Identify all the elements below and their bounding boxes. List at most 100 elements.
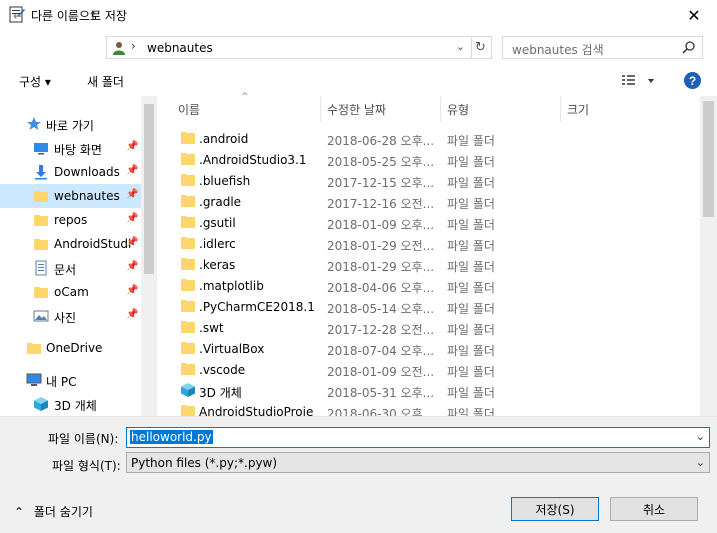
file-date: 2018-05-25 오후... bbox=[327, 155, 435, 169]
file-date: 2018-05-14 오후... bbox=[327, 302, 435, 316]
organize-menu[interactable]: 구성 ▾ bbox=[19, 73, 51, 90]
sidebar-item-label: 바탕 화면 bbox=[54, 143, 102, 157]
filename-label: 파일 이름(N): bbox=[48, 432, 119, 446]
filename-value[interactable]: helloworld.py bbox=[130, 430, 213, 444]
recent-locations-button[interactable]: ⌄ bbox=[64, 6, 78, 26]
filetype-select[interactable]: Python files (*.py;*.pyw) ⌄ bbox=[126, 452, 710, 473]
filename-field[interactable]: helloworld.py ⌄ bbox=[126, 427, 710, 448]
chevron-down-icon: ⌄ bbox=[66, 10, 76, 22]
pin-icon: 📌 bbox=[126, 141, 139, 152]
sidebar-item-documents[interactable]: 문서 📌 bbox=[0, 256, 141, 280]
view-options-icon[interactable] bbox=[620, 72, 660, 90]
sort-ascending-icon: ^ bbox=[241, 92, 249, 102]
folder-icon bbox=[34, 191, 48, 202]
table-row[interactable]: .matplotlib 2018-04-06 오후... 파일 폴더 bbox=[170, 275, 700, 296]
cancel-button[interactable]: 취소 bbox=[610, 497, 698, 521]
refresh-button[interactable]: ↻ bbox=[470, 36, 492, 59]
file-date: 2018-01-29 오전... bbox=[327, 239, 435, 253]
forward-button[interactable]: → bbox=[38, 6, 56, 26]
file-name: .idlerc bbox=[199, 237, 236, 251]
sidebar-item-ocam[interactable]: oCam 📌 bbox=[0, 280, 141, 304]
table-row[interactable]: .gradle 2017-12-16 오전... 파일 폴더 bbox=[170, 191, 700, 212]
search-icon bbox=[682, 41, 695, 54]
file-date: 2018-06-28 오후... bbox=[327, 134, 435, 148]
file-type: 파일 폴더 bbox=[447, 239, 495, 253]
table-row[interactable]: .bluefish 2017-12-15 오후... 파일 폴더 bbox=[170, 170, 700, 191]
back-button[interactable]: ← bbox=[9, 6, 27, 26]
sidebar-item-webnautes[interactable]: webnautes 📌 bbox=[0, 184, 141, 208]
file-name: .matplotlib bbox=[199, 279, 264, 293]
sidebar-item-onedrive[interactable]: OneDrive bbox=[0, 336, 141, 360]
hide-folders-button[interactable]: ⌃ 폴더 숨기기 bbox=[14, 503, 93, 520]
cube-icon bbox=[181, 383, 195, 397]
cube-icon bbox=[34, 397, 48, 411]
file-type: 파일 폴더 bbox=[447, 176, 495, 190]
search-input[interactable]: webnautes 검색 bbox=[502, 36, 703, 59]
sidebar-item-desktop[interactable]: 바탕 화면 📌 bbox=[0, 136, 141, 160]
folder-icon bbox=[181, 132, 195, 144]
file-name: .keras bbox=[199, 258, 236, 272]
breadcrumb[interactable]: webnautes bbox=[147, 41, 213, 55]
sidebar-item-downloads[interactable]: Downloads 📌 bbox=[0, 160, 141, 184]
file-name: .bluefish bbox=[199, 174, 251, 188]
chevron-up-icon: ⌃ bbox=[14, 505, 25, 519]
column-header-name[interactable]: 이름 bbox=[178, 101, 200, 127]
table-row[interactable]: .keras 2018-01-29 오후... 파일 폴더 bbox=[170, 254, 700, 275]
table-row[interactable]: .idlerc 2018-01-29 오전... 파일 폴더 bbox=[170, 233, 700, 254]
column-header-size[interactable]: 크기 bbox=[567, 101, 589, 127]
column-divider[interactable] bbox=[440, 96, 441, 122]
pin-icon: 📌 bbox=[126, 189, 139, 200]
file-name: 3D 개체 bbox=[199, 386, 242, 400]
table-row[interactable]: .VirtualBox 2018-07-04 오후... 파일 폴더 bbox=[170, 338, 700, 359]
up-button[interactable]: ↑ bbox=[84, 6, 102, 26]
save-button-label: 저장(S) bbox=[535, 502, 575, 517]
sidebar-item-quick-access[interactable]: 바로 가기 bbox=[0, 112, 141, 136]
sidebar-item-label: AndroidStudi bbox=[54, 237, 132, 251]
column-header-modified[interactable]: 수정한 날짜 bbox=[327, 101, 386, 127]
file-name: .swt bbox=[199, 321, 224, 335]
file-name: .PyCharmCE2018.1 bbox=[199, 300, 315, 314]
folder-icon bbox=[27, 343, 41, 354]
sidebar-item-androidstudio[interactable]: AndroidStudi 📌 bbox=[0, 232, 141, 256]
breadcrumb-separator: › bbox=[131, 39, 136, 53]
pin-icon: 📌 bbox=[126, 213, 139, 224]
address-bar[interactable]: › webnautes ⌄ bbox=[106, 36, 472, 59]
sidebar-item-pictures[interactable]: 사진 📌 bbox=[0, 304, 141, 328]
table-row[interactable]: .android 2018-06-28 오후... 파일 폴더 bbox=[170, 128, 700, 149]
file-date: 2017-12-16 오전... bbox=[327, 197, 435, 211]
column-header-type[interactable]: 유형 bbox=[447, 101, 469, 127]
help-icon: ? bbox=[688, 73, 697, 88]
pin-icon: 📌 bbox=[126, 285, 139, 296]
column-divider[interactable] bbox=[320, 96, 321, 122]
address-dropdown-icon[interactable]: ⌄ bbox=[456, 40, 465, 53]
table-row[interactable]: .AndroidStudio3.1 2018-05-25 오후... 파일 폴더 bbox=[170, 149, 700, 170]
save-button[interactable]: 저장(S) bbox=[511, 497, 599, 521]
sidebar-item-3d-objects[interactable]: 3D 개체 bbox=[0, 392, 141, 416]
file-list-scroll-thumb[interactable] bbox=[703, 101, 714, 217]
hide-folders-label: 폴더 숨기기 bbox=[33, 505, 93, 519]
sidebar-scroll-thumb[interactable] bbox=[144, 104, 154, 274]
table-row[interactable]: 3D 개체 2018-05-31 오후... 파일 폴더 bbox=[170, 380, 700, 401]
file-date: 2017-12-28 오전... bbox=[327, 323, 435, 337]
table-row[interactable]: .PyCharmCE2018.1 2018-05-14 오후... 파일 폴더 bbox=[170, 296, 700, 317]
help-button[interactable]: ? bbox=[684, 72, 701, 89]
table-row[interactable]: .swt 2017-12-28 오전... 파일 폴더 bbox=[170, 317, 700, 338]
download-icon bbox=[35, 165, 47, 180]
table-row[interactable]: .vscode 2018-01-09 오전... 파일 폴더 bbox=[170, 359, 700, 380]
desktop-icon bbox=[34, 143, 48, 155]
file-date: 2018-05-31 오후... bbox=[327, 386, 435, 400]
column-divider[interactable] bbox=[560, 96, 561, 122]
file-type: 파일 폴더 bbox=[447, 323, 495, 337]
sidebar-item-repos[interactable]: repos 📌 bbox=[0, 208, 141, 232]
file-type: 파일 폴더 bbox=[447, 197, 495, 211]
sidebar-item-this-pc[interactable]: 내 PC bbox=[0, 368, 141, 392]
folder-icon bbox=[34, 287, 48, 298]
chevron-down-icon: ⌄ bbox=[695, 456, 705, 469]
pin-icon: 📌 bbox=[126, 165, 139, 176]
user-folder-icon bbox=[113, 42, 125, 55]
chevron-down-icon[interactable]: ⌄ bbox=[696, 430, 705, 443]
close-button[interactable]: ✕ bbox=[671, 0, 717, 31]
file-type: 파일 폴더 bbox=[447, 365, 495, 379]
new-folder-button[interactable]: 새 폴더 bbox=[87, 73, 124, 90]
table-row[interactable]: .gsutil 2018-01-09 오후... 파일 폴더 bbox=[170, 212, 700, 233]
